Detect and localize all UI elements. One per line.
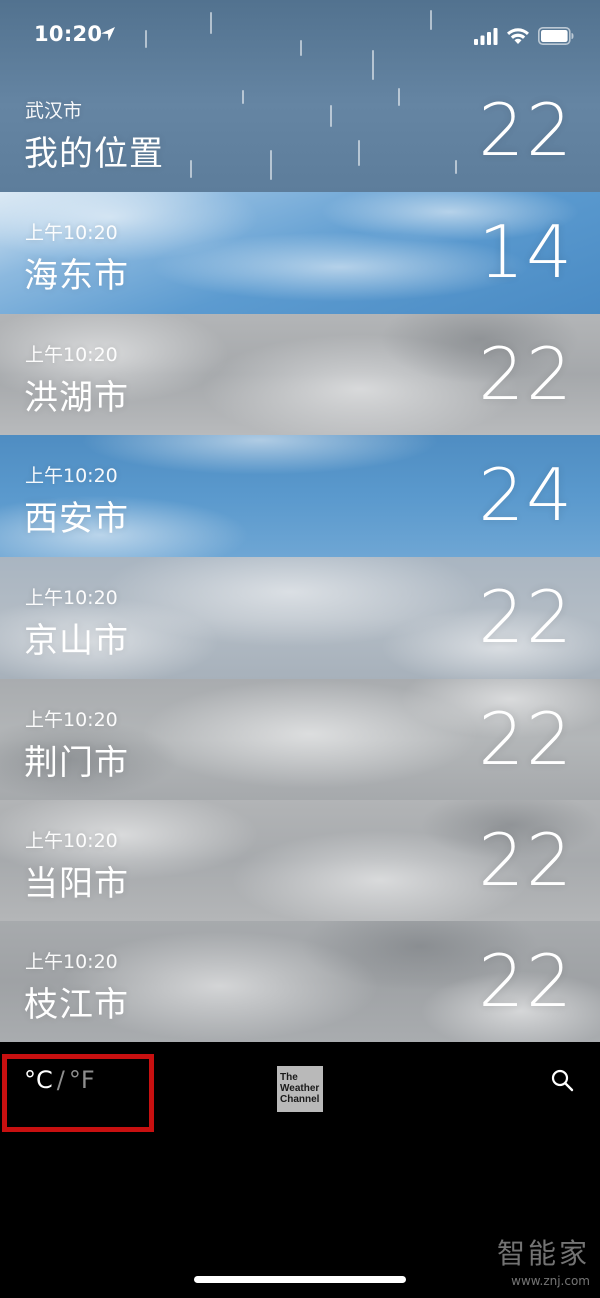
city-temperature: 22 <box>478 818 574 902</box>
watermark: 智能家 www.znj.com <box>490 1232 590 1288</box>
city-subtitle: 上午10:20 <box>25 587 118 609</box>
cellular-signal-icon <box>474 28 498 45</box>
search-icon[interactable] <box>550 1068 574 1092</box>
city-row[interactable]: 上午10:20 西安市 24 <box>0 435 600 557</box>
city-name: 枝江市 <box>24 985 129 1025</box>
weather-channel-logo[interactable]: The Weather Channel <box>277 1066 323 1112</box>
battery-icon <box>538 27 574 45</box>
home-indicator[interactable] <box>194 1276 406 1283</box>
logo-line: Channel <box>280 1094 320 1105</box>
city-name: 洪湖市 <box>24 378 129 418</box>
city-name: 当阳市 <box>24 864 129 904</box>
city-subtitle: 上午10:20 <box>25 344 118 366</box>
location-arrow-icon <box>101 27 115 41</box>
status-time: 10:20 <box>34 22 103 46</box>
logo-line: The <box>280 1072 298 1083</box>
city-subtitle: 上午10:20 <box>25 709 118 731</box>
city-temperature: 22 <box>478 575 574 659</box>
weather-app-screen: 武汉市 我的位置 22 上午10:20 海东市 14 上午10:20 洪湖市 2… <box>0 0 600 1298</box>
city-subtitle: 武汉市 <box>25 100 83 122</box>
city-temperature: 22 <box>478 88 574 172</box>
wifi-icon <box>507 28 529 44</box>
city-name: 海东市 <box>24 256 129 296</box>
city-name: 京山市 <box>24 621 129 661</box>
city-row[interactable]: 上午10:20 荆门市 22 <box>0 679 600 800</box>
city-temperature: 24 <box>478 453 574 537</box>
city-row[interactable]: 上午10:20 京山市 22 <box>0 557 600 679</box>
city-row[interactable]: 上午10:20 海东市 14 <box>0 192 600 314</box>
city-subtitle: 上午10:20 <box>25 465 118 487</box>
city-name: 我的位置 <box>24 134 164 174</box>
city-temperature: 22 <box>478 697 574 781</box>
city-name: 西安市 <box>24 499 129 539</box>
logo-line: Weather <box>280 1083 320 1094</box>
status-bar: 10:20 <box>0 0 600 70</box>
city-row[interactable]: 上午10:20 洪湖市 22 <box>0 314 600 435</box>
highlight-box <box>2 1054 154 1132</box>
city-temperature: 22 <box>478 939 574 1023</box>
city-temperature: 14 <box>478 210 574 294</box>
watermark-text: 智能家 <box>496 1237 590 1270</box>
city-subtitle: 上午10:20 <box>25 222 118 244</box>
city-subtitle: 上午10:20 <box>25 951 118 973</box>
watermark-url: www.znj.com <box>511 1274 590 1288</box>
city-row[interactable]: 上午10:20 枝江市 22 <box>0 921 600 1042</box>
city-name: 荆门市 <box>24 743 129 783</box>
city-subtitle: 上午10:20 <box>25 830 118 852</box>
city-temperature: 22 <box>478 332 574 416</box>
city-row[interactable]: 上午10:20 当阳市 22 <box>0 800 600 921</box>
